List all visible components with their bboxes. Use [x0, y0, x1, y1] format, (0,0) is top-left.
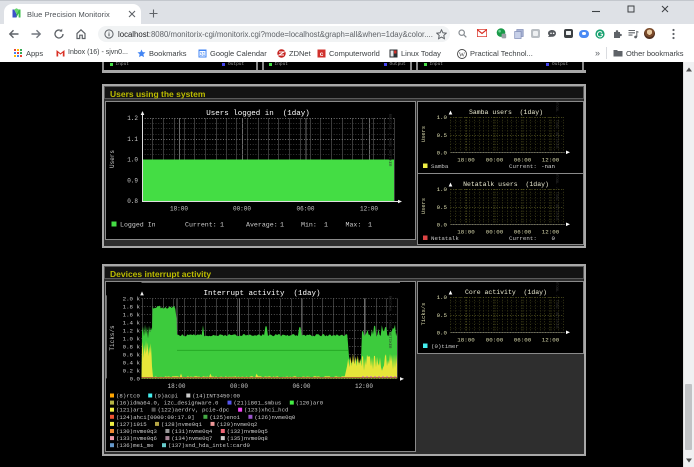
svg-text:(136)mei_me: (136)mei_me [116, 442, 154, 449]
svg-text:(123)xhci_hcd: (123)xhci_hcd [244, 407, 288, 414]
svg-text:0.4 k: 0.4 k [123, 360, 141, 367]
svg-text:(134)nvme0q7: (134)nvme0q7 [171, 435, 212, 442]
svg-text:Ticks/s: Ticks/s [421, 303, 427, 326]
svg-text:W: W [459, 51, 466, 58]
svg-text:Users: Users [421, 198, 427, 214]
svg-text:(137)snd_hda_intel:card0: (137)snd_hda_intel:card0 [168, 442, 251, 449]
svg-text:1.0: 1.0 [437, 294, 448, 301]
svg-text:0.5: 0.5 [437, 204, 448, 211]
svg-text:Min:: Min: [301, 222, 317, 229]
svg-text:(9)acpi: (9)acpi [154, 393, 178, 400]
svg-text:1.2 k: 1.2 k [123, 328, 141, 335]
svg-text:0.8: 0.8 [127, 198, 138, 205]
svg-text:Max:: Max: [346, 222, 362, 229]
svg-text:0: 0 [552, 235, 556, 242]
svg-text:18:00: 18:00 [167, 383, 185, 390]
svg-text:Average:: Average: [246, 222, 278, 229]
svg-text:(0)timer: (0)timer [431, 343, 459, 350]
svg-text:12:00: 12:00 [355, 383, 373, 390]
svg-text:RRDTOOL / TOBI OETIKER: RRDTOOL / TOBI OETIKER [554, 282, 559, 329]
svg-text:Netatalk: Netatalk [431, 235, 459, 242]
svg-text:1.0: 1.0 [127, 157, 138, 164]
svg-text:00:00: 00:00 [486, 337, 504, 344]
svg-text:18:00: 18:00 [170, 206, 188, 213]
svg-text:RRDTOOL / TOBI OETIKER: RRDTOOL / TOBI OETIKER [387, 114, 392, 167]
svg-text:1.0: 1.0 [437, 186, 448, 193]
svg-text:(121)ar1: (121)ar1 [116, 407, 144, 414]
svg-text:18:00: 18:00 [457, 157, 475, 164]
svg-text:RRDTOOL / TOBI OETIKER: RRDTOOL / TOBI OETIKER [554, 102, 559, 149]
svg-text:0.5: 0.5 [437, 312, 448, 319]
svg-text:(8)rtc0: (8)rtc0 [116, 393, 140, 400]
svg-text:(16)idma64.0, i2c_designware.0: (16)idma64.0, i2c_designware.0 [116, 400, 219, 407]
svg-text:0.8 k: 0.8 k [123, 344, 141, 351]
svg-text:(14)INT3450:00: (14)INT3450:00 [192, 393, 240, 400]
svg-text:0.2 k: 0.2 k [123, 368, 141, 375]
svg-text:(127)i915: (127)i915 [116, 421, 147, 428]
svg-text:1.2: 1.2 [127, 115, 138, 122]
svg-text:12:00: 12:00 [542, 337, 560, 344]
svg-text:1.4 k: 1.4 k [123, 320, 141, 327]
svg-text:1.1: 1.1 [127, 136, 138, 143]
svg-text:(21)i801_smbus: (21)i801_smbus [234, 400, 282, 407]
svg-text:(124)ahci[0000:00:17.0]: (124)ahci[0000:00:17.0] [116, 414, 195, 421]
svg-text:2.0 k: 2.0 k [123, 296, 141, 303]
svg-text:0.6 k: 0.6 k [123, 352, 141, 359]
svg-text:1: 1 [220, 222, 224, 229]
svg-text:06:00: 06:00 [292, 383, 310, 390]
svg-text:(129)nvme0q2: (129)nvme0q2 [216, 421, 258, 428]
svg-text:Samba: Samba [431, 163, 449, 170]
svg-text:00:00: 00:00 [486, 157, 504, 164]
svg-text:RRDTOOL / TOBI OETIKER: RRDTOOL / TOBI OETIKER [554, 174, 559, 221]
svg-text:00:00: 00:00 [486, 229, 504, 236]
svg-text:Samba users (1day): Samba users (1day) [469, 109, 543, 116]
svg-text:(120)ar0: (120)ar0 [296, 400, 324, 407]
svg-text:00:00: 00:00 [230, 383, 248, 390]
svg-text:1.8 k: 1.8 k [123, 304, 141, 311]
svg-text:Users: Users [109, 150, 116, 168]
svg-text:1: 1 [324, 222, 328, 229]
svg-text:1: 1 [368, 222, 372, 229]
svg-text:Core activity (1day): Core activity (1day) [465, 289, 547, 296]
svg-text:00:00: 00:00 [233, 206, 251, 213]
svg-text:0.5: 0.5 [437, 132, 448, 139]
svg-text:(133)nvme0q6: (133)nvme0q6 [116, 435, 158, 442]
svg-text:Logged In: Logged In [120, 222, 156, 229]
svg-text:06:00: 06:00 [296, 206, 314, 213]
svg-text:0.0: 0.0 [437, 150, 448, 157]
svg-text:0.0: 0.0 [130, 376, 141, 383]
svg-text:Current:: Current: [509, 235, 537, 242]
svg-text:1.6 k: 1.6 k [123, 312, 141, 319]
svg-text:(131)nvme0q4: (131)nvme0q4 [171, 428, 213, 435]
svg-text:(125)eno1: (125)eno1 [209, 414, 240, 421]
svg-text:1.0: 1.0 [437, 114, 448, 121]
svg-text:(130)nvme0q3: (130)nvme0q3 [116, 428, 158, 435]
svg-text:Interrupt activity (1day): Interrupt activity (1day) [203, 290, 320, 298]
svg-text:0.0: 0.0 [437, 222, 448, 229]
svg-text:(122)aerdrv, pcie-dpc: (122)aerdrv, pcie-dpc [158, 407, 230, 414]
svg-text:0.0: 0.0 [437, 330, 448, 337]
svg-text:06:00: 06:00 [514, 337, 532, 344]
svg-text:(128)nvme0q1: (128)nvme0q1 [161, 421, 203, 428]
svg-text:Netatalk users (1day): Netatalk users (1day) [463, 181, 549, 188]
svg-text:Current:: Current: [185, 222, 217, 229]
svg-text:0.9: 0.9 [127, 177, 138, 184]
svg-text:12:00: 12:00 [360, 206, 378, 213]
svg-text:Users logged in (1day): Users logged in (1day) [206, 110, 310, 118]
svg-text:1: 1 [280, 222, 284, 229]
svg-text:(126)nvme0q0: (126)nvme0q0 [254, 414, 296, 421]
svg-text:Users: Users [421, 126, 427, 142]
svg-text:(132)nvme0q5: (132)nvme0q5 [227, 428, 269, 435]
svg-text:(135)nvme0q8: (135)nvme0q8 [227, 435, 269, 442]
svg-text:18:00: 18:00 [457, 337, 475, 344]
svg-text:RRDTOOL / TOBI OETIKER: RRDTOOL / TOBI OETIKER [387, 296, 392, 349]
svg-text:1.0 k: 1.0 k [123, 336, 141, 343]
svg-text:18:00: 18:00 [457, 229, 475, 236]
svg-text:Current:: Current: [509, 163, 537, 170]
svg-text:31: 31 [200, 51, 206, 57]
svg-text:Ticks/s: Ticks/s [109, 325, 116, 351]
svg-text:-nan: -nan [541, 163, 555, 170]
svg-text:c: c [320, 51, 324, 58]
